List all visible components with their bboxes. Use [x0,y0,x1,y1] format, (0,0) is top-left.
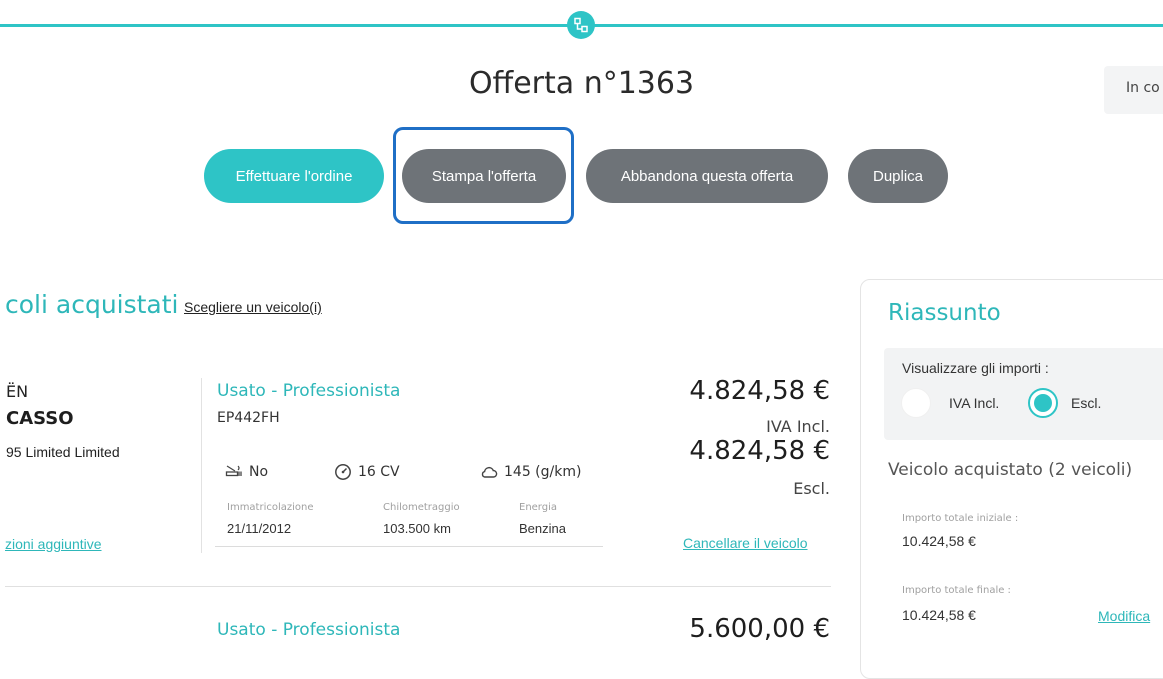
final-total-label: Importo totale finale : [902,585,1011,596]
order-button[interactable]: Effettuare l'ordine [204,149,384,203]
mileage-value: 103.500 km [383,521,451,536]
summary-title: Riassunto [888,300,1001,326]
price-excl: 4.824,58 € [689,436,830,466]
page-title: Offerta n°1363 [468,66,695,101]
choose-vehicle-link[interactable]: Scegliere un veicolo(i) [184,299,322,315]
price-incl: 4.824,58 € [689,376,830,406]
spec-emissions: 145 (g/km) [480,463,581,481]
flow-icon [574,17,588,33]
registration-value: 21/11/2012 [227,521,292,536]
vehicle-model: CASSO [6,408,74,429]
price-incl-note: IVA Incl. [766,417,830,436]
spec-emissions-value: 145 (g/km) [504,464,582,480]
duplicate-button[interactable]: Duplica [848,149,948,203]
radio-excl[interactable] [1028,388,1058,418]
radio-incl[interactable] [901,388,931,418]
initial-total-value: 10.424,58 € [902,533,976,549]
spec-divider [215,546,603,547]
registration-label: Immatricolazione [227,502,314,513]
modify-link[interactable]: Modifica [1098,608,1150,624]
progress-step-node [567,11,595,39]
column-divider [201,378,202,553]
spec-power-value: 16 CV [358,464,400,480]
radio-selected-dot [1034,394,1052,412]
mileage-label: Chilometraggio [383,502,460,513]
section-title: coli acquistati [5,290,179,319]
radio-incl-label[interactable]: IVA Incl. [949,395,999,411]
vehicles-count: Veicolo acquistato (2 veicoli) [888,460,1133,480]
vehicle-row-divider [5,586,831,587]
status-text: In co [1126,80,1160,96]
vehicle-brand: ËN [6,382,29,401]
amount-display-label: Visualizzare gli importi : [902,360,1049,376]
fuel-value: Benzina [519,521,566,536]
radio-excl-label[interactable]: Escl. [1071,395,1101,411]
fuel-label: Energia [519,502,557,513]
spec-smoking-value: No [249,464,269,480]
initial-total-label: Importo totale iniziale : [902,513,1019,524]
vehicle-category: Usato - Professionista [217,381,401,401]
additional-options-link[interactable]: zioni aggiuntive [5,536,102,552]
vehicle-2-price: 5.600,00 € [689,614,830,644]
print-button-highlight [393,127,574,224]
cloud-icon [481,466,498,478]
spec-power: 16 CV [334,463,400,481]
speedometer-icon [335,464,351,480]
vehicle-version: 95 Limited Limited [6,444,120,460]
spec-smoking: No [225,463,268,481]
cancel-vehicle-link[interactable]: Cancellare il veicolo [683,535,808,551]
price-excl-note: Escl. [793,479,830,498]
abandon-offer-button[interactable]: Abbandona questa offerta [586,149,828,203]
no-smoking-icon [225,465,242,477]
final-total-value: 10.424,58 € [902,607,976,623]
vehicle-plate: EP442FH [217,410,280,426]
vehicle-2-category: Usato - Professionista [217,620,401,640]
